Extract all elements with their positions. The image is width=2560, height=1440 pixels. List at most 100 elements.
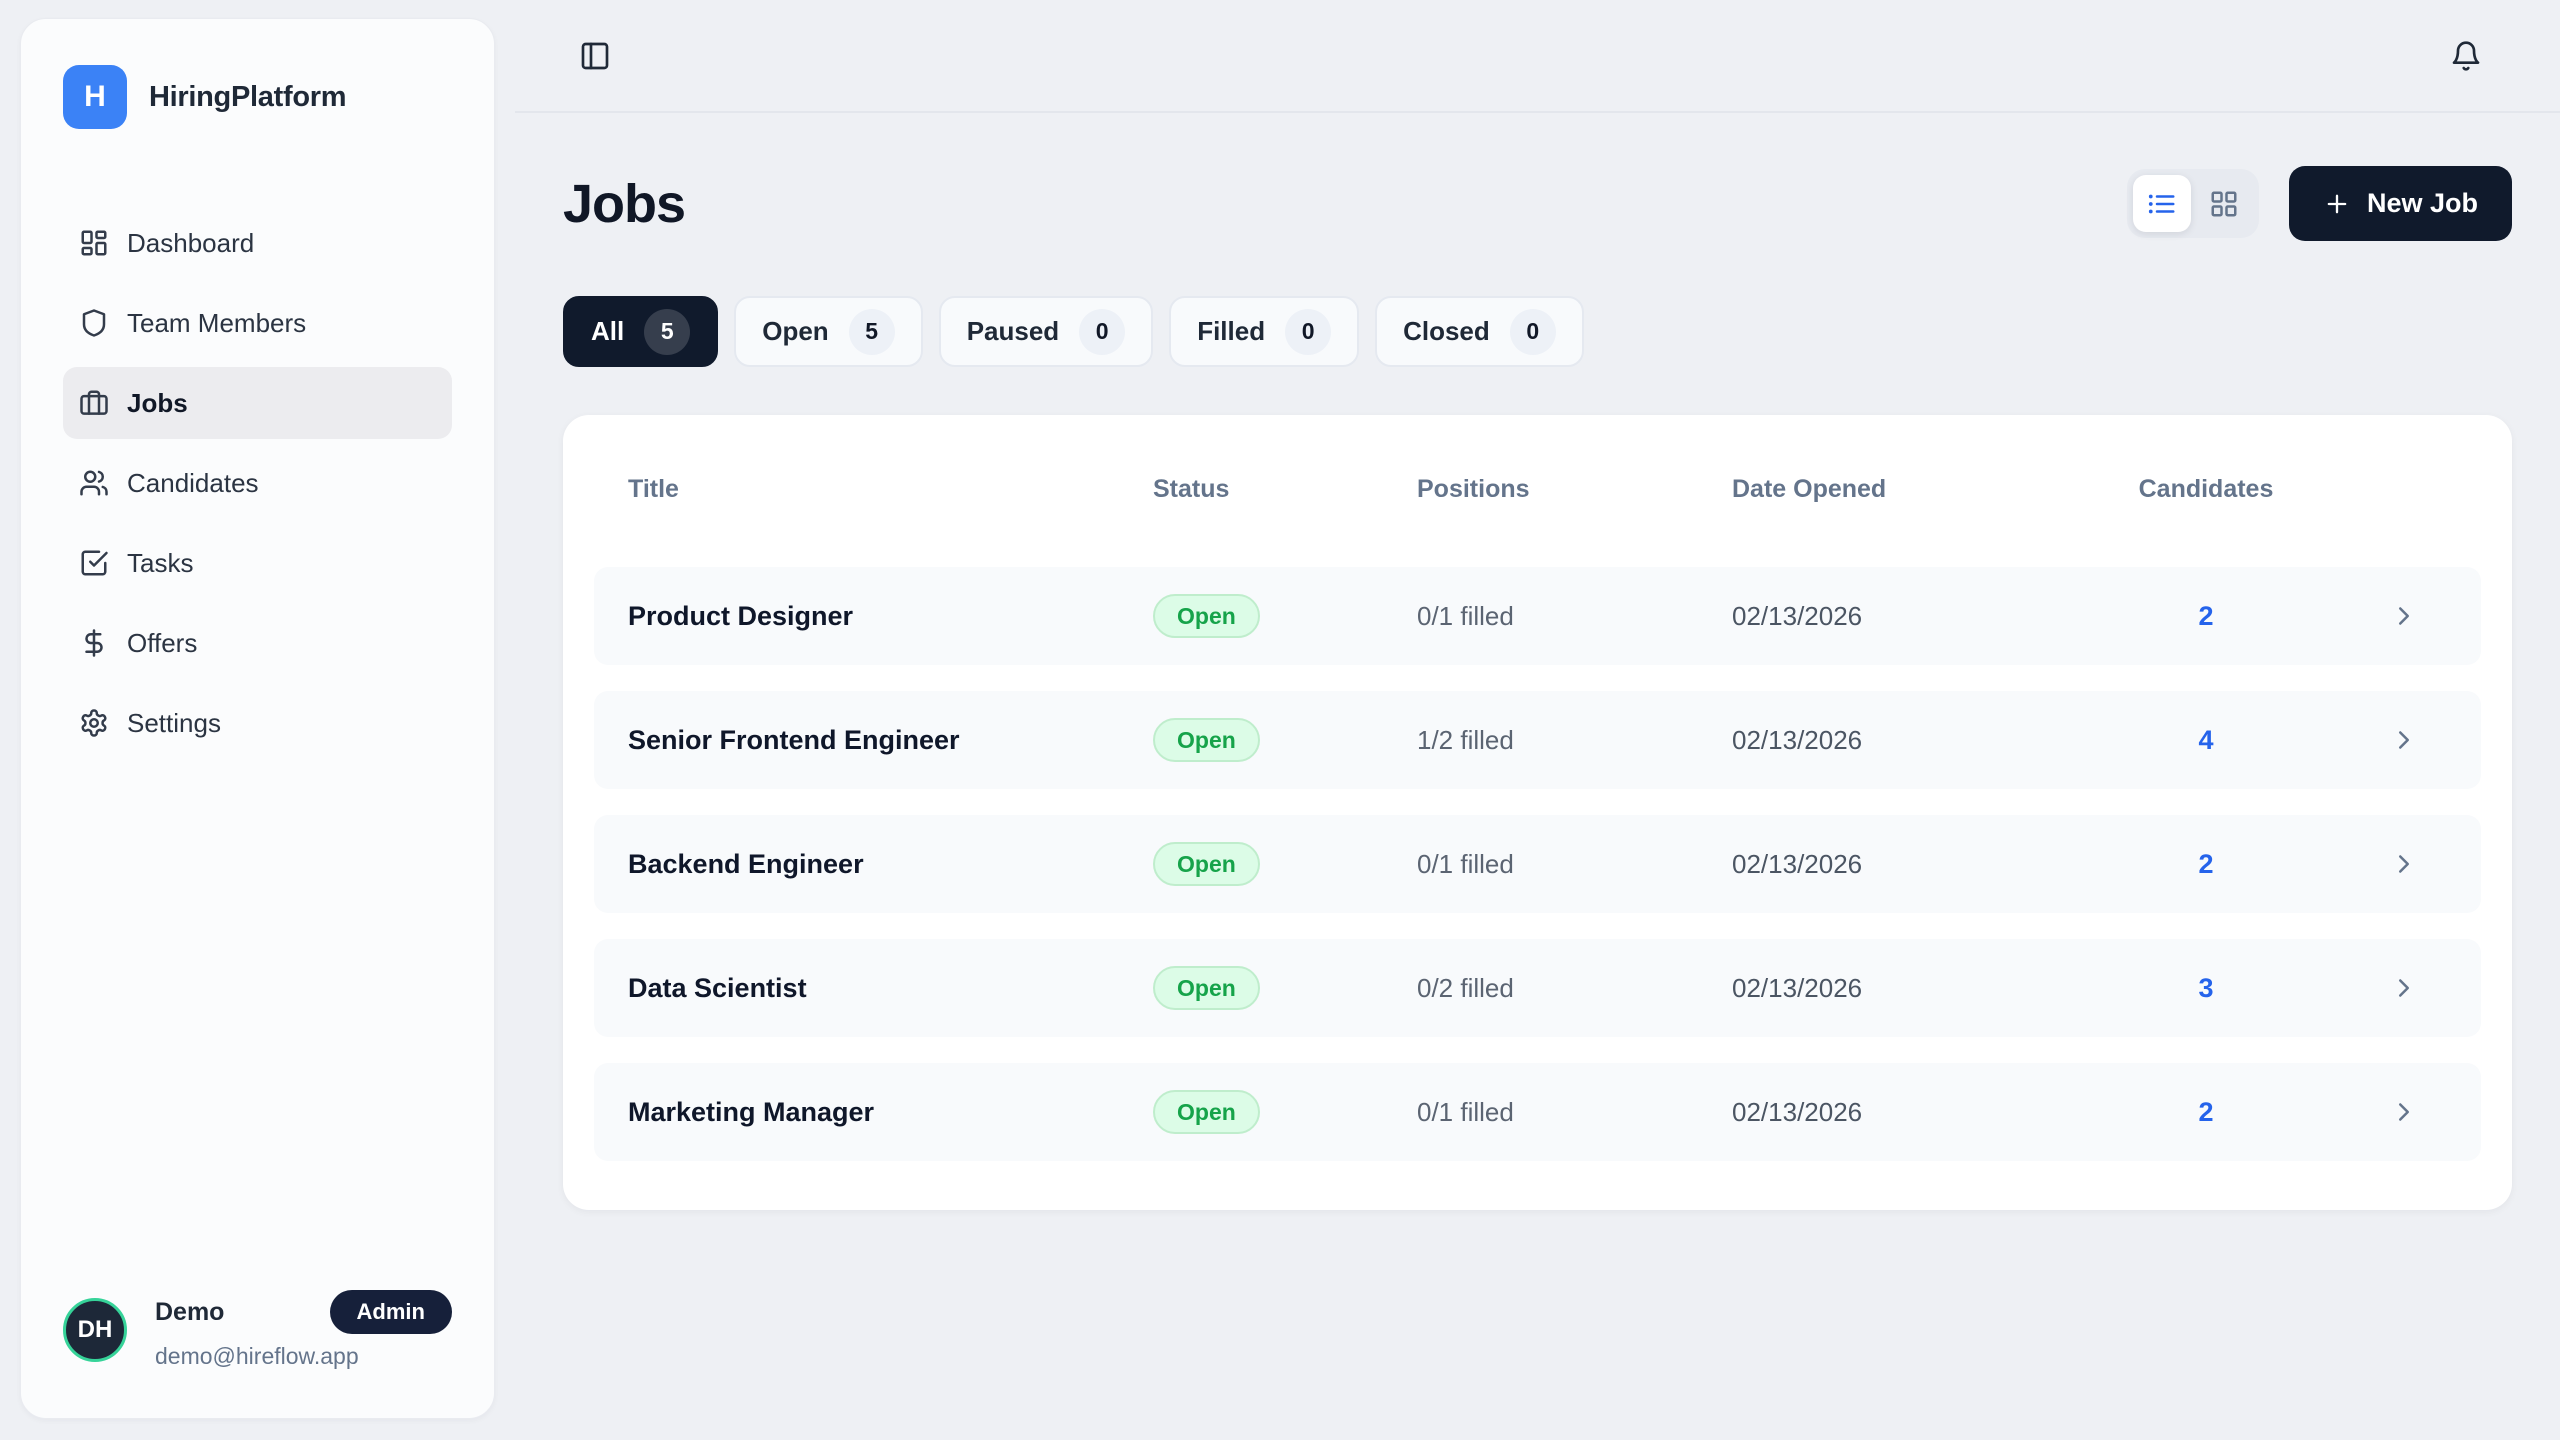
sidebar-item-dashboard[interactable]: Dashboard [63, 207, 452, 279]
job-candidates-count[interactable]: 4 [2131, 725, 2281, 756]
sidebar-toggle-button[interactable] [573, 34, 617, 78]
sidebar-nav: Dashboard Team Members Jobs Candidates T… [63, 207, 452, 759]
sidebar-item-candidates[interactable]: Candidates [63, 447, 452, 519]
status-badge: Open [1153, 842, 1260, 886]
view-mode-button-list-view-icon[interactable] [2133, 175, 2191, 232]
filter-count-badge: 5 [849, 309, 895, 355]
sidebar-item-offers[interactable]: Offers [63, 607, 452, 679]
brand-logo: H [63, 65, 127, 129]
sidebar-item-team-members[interactable]: Team Members [63, 287, 452, 359]
chevron-right-icon [2389, 849, 2419, 879]
jobs-table-card: Title Status Positions Date Opened Candi… [563, 415, 2512, 1210]
job-row-senior-frontend-engineer[interactable]: Senior Frontend Engineer Open 1/2 filled… [594, 691, 2481, 789]
sidebar-item-label: Candidates [127, 468, 259, 499]
user-email: demo@hireflow.app [155, 1343, 452, 1370]
jobs-table-header: Title Status Positions Date Opened Candi… [594, 475, 2481, 504]
filter-count-badge: 5 [644, 309, 690, 355]
job-status-cell: Open [1153, 594, 1417, 638]
sidebar-item-label: Dashboard [127, 228, 254, 259]
job-open-chevron [2281, 601, 2447, 631]
filter-tab-label: Open [762, 316, 828, 347]
page-head: Jobs New Job [563, 166, 2512, 241]
new-job-label: New Job [2367, 188, 2478, 219]
notifications-button[interactable] [2444, 34, 2488, 78]
filter-tab-all[interactable]: All 5 [563, 296, 718, 367]
filter-tab-closed[interactable]: Closed 0 [1375, 296, 1584, 367]
brand: H HiringPlatform [63, 65, 452, 129]
jobs-table-body: Product Designer Open 0/1 filled 02/13/2… [594, 567, 2481, 1161]
chevron-right-icon [2389, 973, 2419, 1003]
column-positions: Positions [1417, 475, 1732, 504]
filter-count-badge: 0 [1285, 309, 1331, 355]
status-badge: Open [1153, 1090, 1260, 1134]
column-date-opened: Date Opened [1732, 475, 2131, 504]
job-row-marketing-manager[interactable]: Marketing Manager Open 0/1 filled 02/13/… [594, 1063, 2481, 1161]
filter-tab-label: Paused [967, 316, 1060, 347]
sidebar-item-jobs[interactable]: Jobs [63, 367, 452, 439]
job-status-cell: Open [1153, 718, 1417, 762]
chevron-right-icon [2389, 601, 2419, 631]
column-candidates: Candidates [2131, 475, 2281, 504]
user-profile[interactable]: DH Demo Admin demo@hireflow.app [63, 1290, 452, 1370]
chevron-right-icon [2389, 1097, 2419, 1127]
job-date-opened: 02/13/2026 [1732, 725, 2131, 756]
avatar: DH [63, 1298, 127, 1362]
job-row-product-designer[interactable]: Product Designer Open 0/1 filled 02/13/2… [594, 567, 2481, 665]
job-date-opened: 02/13/2026 [1732, 849, 2131, 880]
plus-icon [2323, 190, 2351, 218]
job-title: Product Designer [628, 601, 1153, 632]
role-badge: Admin [330, 1290, 452, 1334]
sidebar-item-settings[interactable]: Settings [63, 687, 452, 759]
job-positions: 0/2 filled [1417, 973, 1732, 1004]
job-status-cell: Open [1153, 842, 1417, 886]
list-view-icon [2147, 189, 2177, 219]
job-row-data-scientist[interactable]: Data Scientist Open 0/2 filled 02/13/202… [594, 939, 2481, 1037]
sidebar-item-label: Team Members [127, 308, 306, 339]
panel-left-icon [579, 40, 611, 72]
job-open-chevron [2281, 725, 2447, 755]
job-positions: 1/2 filled [1417, 725, 1732, 756]
status-badge: Open [1153, 718, 1260, 762]
job-title: Marketing Manager [628, 1097, 1153, 1128]
dollar-icon [79, 628, 109, 658]
chevron-right-icon [2389, 725, 2419, 755]
content: Jobs New Job [515, 166, 2560, 1210]
view-toggle [2127, 169, 2259, 238]
main-area: Jobs New Job [515, 0, 2560, 1440]
column-title: Title [628, 475, 1153, 504]
user-name: Demo [155, 1298, 224, 1327]
filter-tab-filled[interactable]: Filled 0 [1169, 296, 1359, 367]
sidebar-item-label: Offers [127, 628, 197, 659]
user-info: Demo Admin demo@hireflow.app [155, 1290, 452, 1370]
job-candidates-count[interactable]: 2 [2131, 849, 2281, 880]
job-candidates-count[interactable]: 2 [2131, 601, 2281, 632]
job-positions: 0/1 filled [1417, 1097, 1732, 1128]
filter-tab-label: Filled [1197, 316, 1265, 347]
filter-tab-label: All [591, 316, 624, 347]
new-job-button[interactable]: New Job [2289, 166, 2512, 241]
status-badge: Open [1153, 594, 1260, 638]
sidebar-item-label: Tasks [127, 548, 193, 579]
job-candidates-count[interactable]: 3 [2131, 973, 2281, 1004]
filter-tab-label: Closed [1403, 316, 1490, 347]
sidebar-item-label: Settings [127, 708, 221, 739]
dashboard-grid-icon [79, 228, 109, 258]
filter-tab-open[interactable]: Open 5 [734, 296, 922, 367]
status-badge: Open [1153, 966, 1260, 1010]
job-row-backend-engineer[interactable]: Backend Engineer Open 0/1 filled 02/13/2… [594, 815, 2481, 913]
sidebar-item-tasks[interactable]: Tasks [63, 527, 452, 599]
job-status-cell: Open [1153, 1090, 1417, 1134]
job-date-opened: 02/13/2026 [1732, 973, 2131, 1004]
view-mode-button-grid-view-icon[interactable] [2195, 175, 2253, 232]
job-candidates-count[interactable]: 2 [2131, 1097, 2281, 1128]
page-title: Jobs [563, 173, 685, 235]
job-date-opened: 02/13/2026 [1732, 1097, 2131, 1128]
grid-view-icon [2209, 189, 2239, 219]
job-open-chevron [2281, 973, 2447, 1003]
topbar [515, 0, 2560, 113]
job-positions: 0/1 filled [1417, 601, 1732, 632]
column-status: Status [1153, 475, 1417, 504]
filter-tab-paused[interactable]: Paused 0 [939, 296, 1154, 367]
head-actions: New Job [2127, 166, 2512, 241]
sidebar-item-label: Jobs [127, 388, 188, 419]
